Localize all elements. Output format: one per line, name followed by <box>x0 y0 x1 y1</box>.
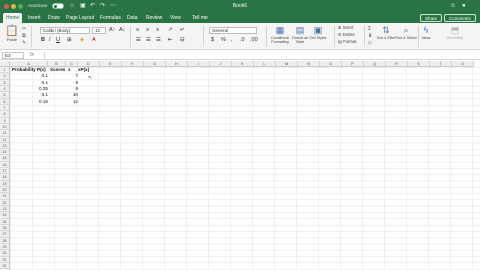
font-name-select[interactable]: Calibri (Body) <box>40 27 90 34</box>
cell-b1[interactable]: Scores <box>50 67 65 73</box>
paste-button[interactable]: 📋 Paste <box>4 25 20 42</box>
cell-a4[interactable]: 0.35 <box>10 86 48 92</box>
decrease-decimal-icon[interactable]: .00 <box>250 37 258 44</box>
align-right-icon[interactable]: ☰ <box>156 37 161 44</box>
name-box[interactable]: E3 <box>2 52 24 59</box>
user-icon[interactable]: ● <box>462 3 466 10</box>
cell-a6[interactable]: 0.15 <box>10 99 48 105</box>
worksheet-grid[interactable]: ABCDEFGHIJKLMNOPQRSTU 1 2 3 4 5 6 7 8 9 10 11 12 13 1… <box>0 61 480 270</box>
tab-page-layout[interactable]: Page Layout <box>63 13 97 23</box>
cell-d1[interactable]: xP(x) <box>78 67 89 73</box>
cell-b5[interactable]: 10 <box>50 92 78 98</box>
cell-a1[interactable]: Probability P(x) <box>12 67 46 73</box>
clear-icon[interactable]: ◇ <box>368 40 372 46</box>
insert-cells-button[interactable]: ⊞ Insert <box>338 25 353 31</box>
cell-b4[interactable]: 9 <box>50 86 78 92</box>
format-painter-icon[interactable]: ✎ <box>22 40 26 46</box>
comments-button[interactable]: Comments <box>444 14 476 22</box>
tab-data[interactable]: Data <box>124 13 141 23</box>
ribbon-separator <box>334 26 335 47</box>
share-button[interactable]: Share <box>420 14 443 22</box>
delete-cells-button[interactable]: ⊟ Delete <box>338 32 355 38</box>
tab-home[interactable]: Home <box>3 13 23 23</box>
sensitivity-button[interactable]: ⬒ Sensitivity <box>440 25 470 40</box>
autosum-icon[interactable]: Σ <box>368 26 371 32</box>
percent-icon[interactable]: % <box>221 37 226 44</box>
cell-b3[interactable]: 8 <box>50 80 78 86</box>
cell-b6[interactable]: 12 <box>50 99 78 105</box>
cut-icon[interactable]: ✂ <box>22 26 26 32</box>
wrap-text-icon[interactable]: ↵ <box>180 27 185 34</box>
merge-icon[interactable]: ⊟ <box>180 37 185 44</box>
tab-formulas[interactable]: Formulas <box>97 13 124 23</box>
align-top-icon[interactable]: ≡ <box>136 27 139 34</box>
ribbon: 📋 Paste ✂ ⧉ ✎ Calibri (Body) 12 A↑ A↓ B … <box>0 23 480 50</box>
font-size-select[interactable]: 12 <box>92 27 106 34</box>
cell-b2[interactable]: 7 <box>50 73 78 79</box>
ribbon-separator <box>31 26 32 47</box>
title-bar: AutoSave ⌂ ▣ ↶ ↷ ⋯ Book6 ☺ ● <box>0 0 480 13</box>
indent-icon[interactable]: ⇤ <box>168 37 173 44</box>
ribbon-separator <box>130 26 131 47</box>
formula-input[interactable] <box>44 52 478 59</box>
decrease-font-icon[interactable]: A↓ <box>119 27 125 34</box>
tab-view[interactable]: View <box>167 13 184 23</box>
format-cells-button[interactable]: ▤ Format <box>338 39 356 45</box>
cell-styles-icon: ▣ <box>313 25 323 35</box>
cell-styles-label: Cell Styles <box>309 36 327 40</box>
mouse-cursor-icon: ↖ <box>88 75 93 81</box>
align-middle-icon[interactable]: ≡ <box>146 27 149 34</box>
borders-icon[interactable]: ⊞ <box>67 37 72 44</box>
ideas-button[interactable]: ϟ Ideas <box>414 25 438 40</box>
smiley-icon[interactable]: ☺ <box>450 3 456 10</box>
fill-color-icon[interactable]: ◈ <box>80 37 84 44</box>
tab-insert[interactable]: Insert <box>25 13 44 23</box>
italic-button[interactable]: I <box>49 37 51 44</box>
ribbon-separator <box>364 26 365 47</box>
format-label: Format <box>343 39 357 44</box>
align-left-icon[interactable]: ☰ <box>136 37 141 44</box>
number-format-select[interactable]: General <box>209 27 257 34</box>
cell-a3[interactable]: 0.1 <box>10 80 48 86</box>
window-title: Book6 <box>232 3 248 9</box>
formula-bar: E3 fx <box>0 51 480 60</box>
increase-decimal-icon[interactable]: .0 <box>240 37 245 44</box>
ribbon-separator <box>203 26 204 47</box>
align-center-icon[interactable]: ☰ <box>146 37 151 44</box>
font-color-icon[interactable]: A <box>92 37 96 44</box>
sensitivity-label: Sensitivity <box>446 36 464 40</box>
fill-icon[interactable]: ⬇ <box>368 33 372 39</box>
orientation-icon[interactable]: ↗ <box>168 27 173 34</box>
cell-area[interactable]: Probability P(x) Scores x xP(x) 0.1 7 0.… <box>10 67 480 270</box>
insert-label: Insert <box>342 25 354 30</box>
clipboard-icon: 📋 <box>5 25 19 37</box>
delete-label: Delete <box>342 32 355 37</box>
cell-a2[interactable]: 0.1 <box>10 73 48 79</box>
sensitivity-icon: ⬒ <box>450 25 460 35</box>
comma-icon[interactable]: , <box>231 37 233 44</box>
fx-icon[interactable]: fx <box>30 52 34 59</box>
lightning-icon: ϟ <box>423 25 429 35</box>
cell-a5[interactable]: 0.1 <box>10 92 48 98</box>
tab-draw[interactable]: Draw <box>45 13 63 23</box>
tab-review[interactable]: Review <box>143 13 165 23</box>
ideas-label: Ideas <box>421 36 431 40</box>
paste-label: Paste <box>6 37 18 42</box>
align-bottom-icon[interactable]: ≡ <box>156 27 159 34</box>
currency-icon[interactable]: $ <box>211 37 214 44</box>
copy-icon[interactable]: ⧉ <box>22 33 26 39</box>
cell-styles-button[interactable]: ▣ Cell Styles <box>306 25 330 40</box>
cell-c1[interactable]: x <box>68 67 71 73</box>
underline-button[interactable]: U <box>56 37 60 44</box>
ribbon-separator <box>266 26 267 47</box>
bold-button[interactable]: B <box>41 37 45 44</box>
increase-font-icon[interactable]: A↑ <box>109 27 115 34</box>
tab-tell-me[interactable]: Tell me <box>189 13 211 23</box>
ribbon-tabs: Home Insert Draw Page Layout Formulas Da… <box>0 13 480 23</box>
